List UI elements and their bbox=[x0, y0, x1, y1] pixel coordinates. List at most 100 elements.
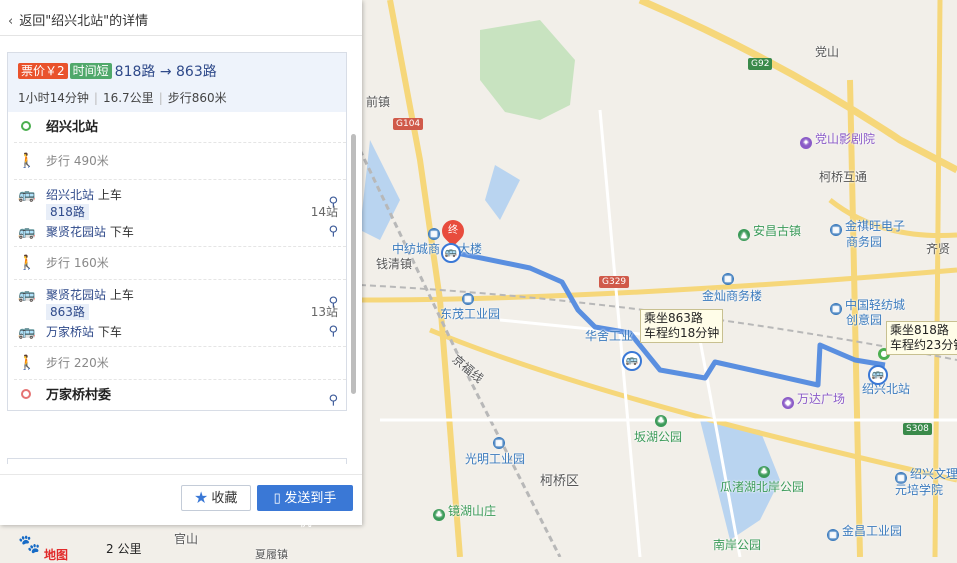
map-poi-jincan-icon: ▦ bbox=[722, 268, 737, 285]
route-title: 818路 → 863路 bbox=[114, 64, 217, 80]
map-poi-shaoxingbei: 绍兴北站 bbox=[862, 382, 911, 396]
step-walk-1[interactable]: 🚶 步行 490米 bbox=[14, 143, 346, 179]
map-poi-dongmao-icon: ▦ bbox=[462, 288, 477, 305]
route-duration: 1小时14分钟 bbox=[18, 91, 89, 105]
map-water-2 bbox=[485, 165, 520, 220]
location-pin-icon[interactable]: ⚲ bbox=[328, 222, 338, 242]
map-poi-wanda: ◆ 万达广场 bbox=[782, 390, 845, 409]
location-pin-icon[interactable]: ⚲ bbox=[328, 322, 338, 342]
map-poi-guangming: 光明工业园 bbox=[465, 452, 526, 466]
bus-stop-marker-juxian[interactable]: 🚌 bbox=[622, 351, 642, 371]
price-tag: 票价￥2 bbox=[18, 63, 68, 79]
route-list[interactable]: 票价￥2 时间短 818路 → 863路 1小时14分钟 | 16.7公里 | 步行860米… bbox=[4, 44, 356, 464]
map-poi-qingfang-2: 创意园 bbox=[846, 313, 883, 327]
step-end-label: 万家桥村委 bbox=[46, 388, 112, 403]
bus-stop-marker-wanjiaqiao[interactable]: 🚌 bbox=[441, 243, 461, 263]
step-board-2-stop: 聚贤花园站 bbox=[46, 288, 107, 302]
favorite-button-label: 收藏 bbox=[211, 490, 238, 505]
poi-label: 金祺旺电子 bbox=[845, 219, 906, 233]
map-label-guanshan: 官山 bbox=[174, 532, 199, 546]
map-poi-wenli-2: 元培学院 bbox=[895, 483, 944, 497]
start-circle-icon bbox=[18, 119, 34, 135]
map-label-qianzhen: 前镇 bbox=[366, 95, 391, 109]
step-start[interactable]: 绍兴北站 bbox=[14, 112, 346, 142]
park-icon: ♣ bbox=[433, 509, 445, 521]
step-alight-2-stop: 万家桥站 bbox=[46, 325, 95, 339]
route-card-header[interactable]: 票价￥2 时间短 818路 → 863路 1小时14分钟 | 16.7公里 | 步行860米 bbox=[8, 53, 346, 112]
step-board-2-action: 上车 bbox=[109, 288, 134, 302]
step-walk-3-label: 步行 220米 bbox=[46, 356, 109, 370]
bus-stop-marker-shaoxingbei[interactable]: 🚌 bbox=[868, 365, 888, 385]
map-park-area bbox=[480, 20, 575, 120]
map-poi-jinghu: ♣ 镜湖山庄 bbox=[433, 502, 496, 521]
send-to-phone-label: 发送到手机 bbox=[284, 490, 337, 529]
back-link-label: 返回"绍兴北站"的详情 bbox=[19, 14, 149, 29]
park-icon: ♣ bbox=[655, 415, 667, 427]
map-label-qianqing: 钱清镇 bbox=[376, 257, 413, 271]
shopping-icon: ◆ bbox=[782, 397, 794, 409]
step-alight-2[interactable]: 🚌 万家桥站 下车 ⚲ bbox=[14, 322, 346, 346]
logo-text: 地图 bbox=[44, 548, 69, 562]
map-scale-label: 2 公里 bbox=[106, 542, 142, 556]
step-alight-2-action: 下车 bbox=[97, 325, 122, 339]
step-walk-1-label: 步行 490米 bbox=[46, 154, 109, 168]
send-to-phone-button[interactable]: ▯ 发送到手机 bbox=[257, 485, 353, 529]
route-card[interactable]: 票价￥2 时间短 818路 → 863路 1小时14分钟 | 16.7公里 | 步行860米… bbox=[7, 52, 347, 411]
line-2-stops: 13站 bbox=[310, 305, 338, 319]
tooltip-818-line: 乘坐818路 bbox=[890, 323, 949, 337]
step-end[interactable]: 万家桥村委 ⚲ bbox=[14, 380, 346, 410]
poi-label: 万达广场 bbox=[797, 392, 846, 406]
line-tag-818: 818路 bbox=[46, 204, 89, 220]
park-icon: ♣ bbox=[758, 466, 770, 478]
theater-icon: ✦ bbox=[800, 137, 812, 149]
step-alight-1-action: 下车 bbox=[109, 225, 134, 239]
map-poi-dangshan-theater: ✦ 党山影剧院 bbox=[800, 130, 875, 149]
map-poi-jinyun: ▦ 金昌工业园 bbox=[827, 522, 902, 541]
road-badge-g92: G92 bbox=[748, 58, 773, 70]
poi-label: 金昌工业园 bbox=[842, 524, 903, 538]
star-icon: ★ bbox=[194, 490, 208, 505]
road-badge-s308: S308 bbox=[903, 423, 932, 435]
back-link[interactable]: ‹ 返回"绍兴北站"的详情 bbox=[0, 0, 362, 36]
map-poi-nanan: 南岸公园 bbox=[713, 538, 762, 552]
route-steps: 绍兴北站 🚶 步行 490米 🚌 绍兴北站 上车 ⚲ 818路 14站 🚌 聚贤… bbox=[8, 112, 346, 410]
poi-label: 镜湖山庄 bbox=[448, 504, 497, 518]
baidu-paw-icon: 🐾 bbox=[18, 534, 41, 555]
scrollbar[interactable] bbox=[351, 134, 356, 394]
road-badge-g104: G104 bbox=[393, 118, 424, 130]
phone-icon: ▯ bbox=[273, 490, 281, 505]
tooltip-863-line: 乘坐863路 bbox=[644, 311, 703, 325]
bus-icon: 🚌 bbox=[18, 187, 36, 203]
step-board-2[interactable]: 🚌 聚贤花园站 上车 ⚲ bbox=[14, 280, 346, 310]
poi-label: 党山影剧院 bbox=[815, 132, 876, 146]
building-icon: ▦ bbox=[722, 273, 734, 285]
favorite-button[interactable]: ★ 收藏 bbox=[181, 485, 251, 511]
map-poi-jincan: 金灿商务楼 bbox=[702, 289, 763, 303]
tooltip-863-duration: 车程约18分钟 bbox=[644, 326, 720, 340]
map-poi-dongmao: 东茂工业园 bbox=[440, 307, 501, 321]
map-poi-guazhu: 瓜渚湖北岸公园 bbox=[720, 480, 805, 494]
step-walk-3[interactable]: 🚶 步行 220米 bbox=[14, 347, 346, 379]
bus-icon: 🚌 bbox=[18, 224, 36, 240]
route-card-2[interactable] bbox=[7, 458, 347, 464]
walk-icon: 🚶 bbox=[18, 153, 36, 169]
map-poi-guazhu-icon: ♣ bbox=[758, 461, 773, 478]
step-alight-1-stop: 聚贤花园站 bbox=[46, 225, 107, 239]
map-poi-jinqiwang-2: 商务园 bbox=[846, 235, 883, 249]
step-walk-2[interactable]: 🚶 步行 160米 bbox=[14, 247, 346, 279]
step-alight-1[interactable]: 🚌 聚贤花园站 下车 ⚲ bbox=[14, 222, 346, 246]
line-tag-863: 863路 bbox=[46, 304, 89, 320]
step-board-1-action: 上车 bbox=[97, 188, 122, 202]
map-poi-potang-icon: ♣ bbox=[655, 410, 670, 427]
map-label-qixian: 齐贤 bbox=[926, 242, 951, 256]
map-road-g92 bbox=[638, 0, 957, 174]
step-board-1[interactable]: 🚌 绍兴北站 上车 ⚲ bbox=[14, 180, 346, 210]
route-panel: ‹ 返回"绍兴北站"的详情 票价￥2 时间短 818路 → 863路 1小时14分钟 |… bbox=[0, 0, 362, 529]
end-marker[interactable]: 终 bbox=[437, 215, 469, 247]
map-label-keqiao-interchange: 柯桥互通 bbox=[819, 170, 868, 184]
poi-label: 绍兴文理 bbox=[910, 467, 957, 481]
map-scale: 2 公里 bbox=[106, 540, 141, 557]
time-tag: 时间短 bbox=[69, 63, 112, 79]
location-pin-icon[interactable]: ⚲ bbox=[328, 386, 338, 416]
baidu-map-logo[interactable]: 🐾 地图 bbox=[0, 530, 90, 562]
